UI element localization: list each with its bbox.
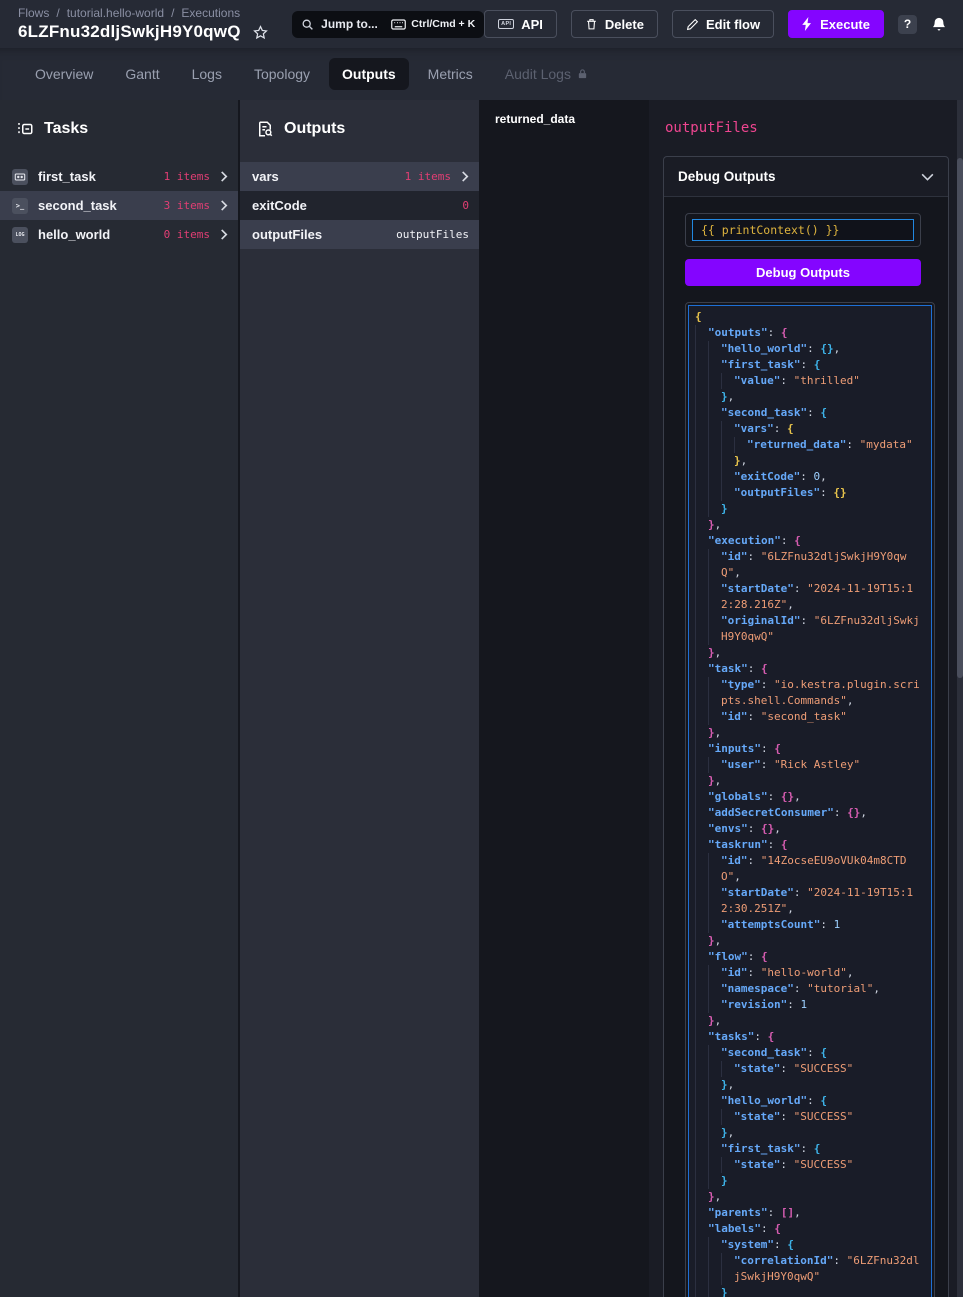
debug-outputs-card-title: Debug Outputs [678,169,776,184]
value-panel: returned_data [479,100,649,1297]
chevron-right-icon [461,171,469,182]
outputs-browser: Tasks first_task 1 items >_ second_task [0,100,963,1297]
execution-tabs: Overview Gantt Logs Topology Outputs Met… [0,48,963,100]
debug-outputs-button[interactable]: Debug Outputs [685,259,921,286]
delete-button[interactable]: Delete [571,10,658,38]
edit-flow-button[interactable]: Edit flow [672,10,774,38]
task-row-second_task[interactable]: >_ second_task 3 items [0,191,238,220]
breadcrumb-flow-id[interactable]: tutorial.hello-world [67,6,164,20]
debug-outputs-card: Debug Outputs {{ printContext() }} Debug… [663,156,949,1297]
debug-output-editor-frame: {"outputs": {"hello_world": {},"first_ta… [685,302,935,1297]
chevron-right-icon [220,171,228,182]
search-shortcut: Ctrl/Cmd + K [411,18,475,30]
lock-icon [577,68,588,80]
expression-editor-frame: {{ printContext() }} [685,213,921,247]
api-icon: API [498,19,514,29]
output-value: 0 [462,199,469,212]
chevron-down-icon [921,173,934,181]
header-actions: API API Delete Edit flow Execute [484,10,947,38]
task-items-count: 3 items [164,199,210,212]
document-search-icon [256,120,274,138]
api-button[interactable]: API API [484,10,557,38]
tasks-panel-header: Tasks [0,100,238,162]
trash-icon [585,17,598,31]
header-left: Flows / tutorial.hello-world / Execution… [18,6,292,42]
outputs-panel-title: Outputs [284,120,345,138]
task-items-count: 1 items [164,170,210,183]
tab-audit-logs: Audit Logs [492,58,601,90]
pencil-icon [686,18,699,31]
breadcrumb: Flows / tutorial.hello-world / Execution… [18,6,292,20]
tab-logs[interactable]: Logs [179,58,235,90]
jump-to-search[interactable]: Jump to... Ctrl/Cmd + K [292,11,484,38]
search-icon [301,18,314,31]
topbar: Flows / tutorial.hello-world / Execution… [0,0,963,48]
debug-outputs-card-body: {{ printContext() }} Debug Outputs {"out… [664,196,948,1297]
app-root: Flows / tutorial.hello-world / Execution… [0,0,963,1297]
page-title: 6LZFnu32dljSwkjH9Y0qwQ [18,22,241,42]
output-items-count: 1 items [405,170,451,183]
expression-input[interactable]: {{ printContext() }} [692,219,914,241]
detail-panel: outputFiles Debug Outputs {{ printContex… [649,100,963,1297]
keyboard-icon [391,19,406,30]
output-row-exitCode[interactable]: exitCode 0 [240,191,479,220]
breadcrumb-separator: / [56,6,59,20]
breadcrumb-executions[interactable]: Executions [181,6,240,20]
detail-scrollbar[interactable] [957,100,963,1297]
tasks-panel-title: Tasks [44,120,88,138]
log-task-icon: LOG [12,227,28,243]
help-icon[interactable]: ? [898,15,917,34]
return-task-icon [12,169,28,185]
task-list-icon [16,120,34,138]
tasks-panel: Tasks first_task 1 items >_ second_task [0,100,240,1297]
search-placeholder: Jump to... [321,17,378,31]
tab-outputs[interactable]: Outputs [329,58,409,90]
output-row-outputFiles[interactable]: outputFiles outputFiles [240,220,479,249]
lightning-icon [802,17,813,31]
outputs-panel-header: Outputs [240,100,479,162]
breadcrumb-flows[interactable]: Flows [18,6,49,20]
selected-output-title: outputFiles [665,120,955,136]
debug-output-editor[interactable]: {"outputs": {"hello_world": {},"first_ta… [688,305,932,1297]
bell-icon[interactable] [931,16,947,33]
chevron-right-icon [220,229,228,240]
scrollbar-thumb[interactable] [957,158,963,678]
commands-task-icon: >_ [12,198,28,214]
output-key-returned_data[interactable]: returned_data [495,112,633,126]
task-row-first_task[interactable]: first_task 1 items [0,162,238,191]
task-items-count: 0 items [164,228,210,241]
output-row-vars[interactable]: vars 1 items [240,162,479,191]
outputs-panel: Outputs vars 1 items exitCode 0 outputFi… [240,100,479,1297]
debug-outputs-card-header[interactable]: Debug Outputs [664,157,948,196]
execute-button[interactable]: Execute [788,10,884,38]
breadcrumb-separator: / [171,6,174,20]
star-icon[interactable] [253,25,268,40]
tab-metrics[interactable]: Metrics [415,58,486,90]
tab-gantt[interactable]: Gantt [112,58,172,90]
tab-overview[interactable]: Overview [22,58,106,90]
task-row-hello_world[interactable]: LOG hello_world 0 items [0,220,238,249]
output-value: outputFiles [396,228,469,241]
chevron-right-icon [220,200,228,211]
tab-topology[interactable]: Topology [241,58,323,90]
